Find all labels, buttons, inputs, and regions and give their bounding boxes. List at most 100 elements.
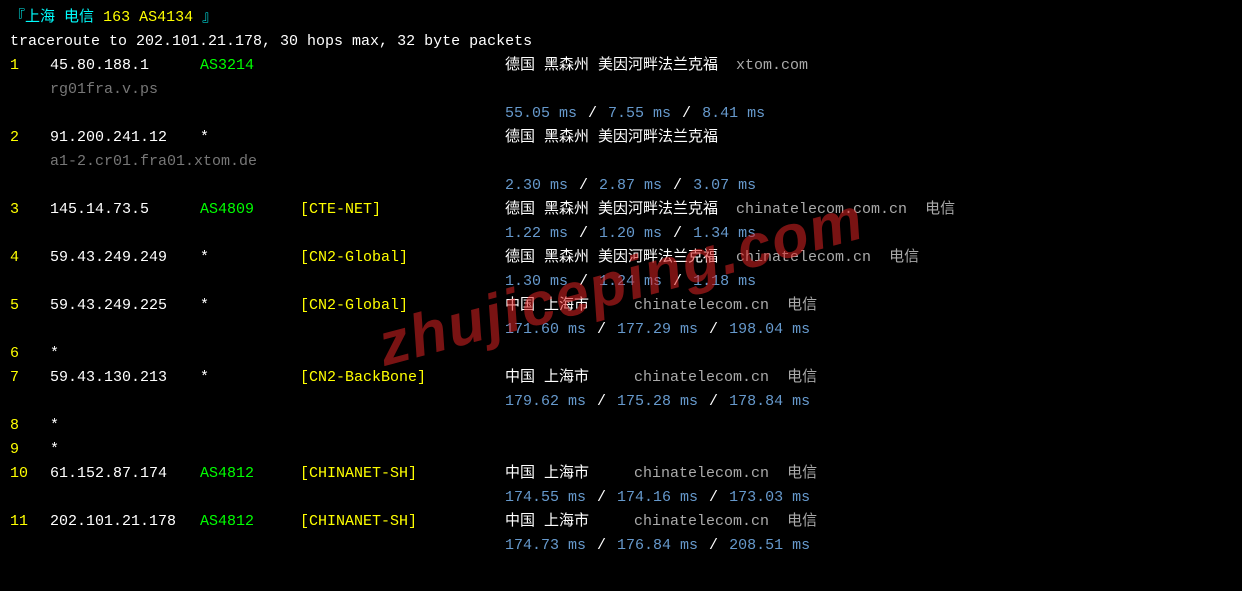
hop-timing-3: 1.18 ms — [693, 273, 756, 290]
hop-host: chinatelecom.com.cn — [736, 201, 907, 218]
hop-timing-1: 171.60 ms — [505, 321, 586, 338]
traceroute-subheader: traceroute to 202.101.21.178, 30 hops ma… — [10, 30, 1232, 54]
hop-number: 6 — [10, 342, 50, 366]
hop-timeout-star: * — [50, 414, 59, 438]
hop-asn: * — [200, 366, 300, 390]
hop-number: 2 — [10, 126, 50, 150]
hop-network-tag: [CTE-NET] — [300, 198, 450, 222]
hop-row: 145.80.188.1AS3214 德国 黑森州 美因河畔法兰克福 xtom.c… — [10, 54, 1232, 78]
hop-location: 德国 黑森州 美因河畔法兰克福 xtom.com — [505, 54, 808, 78]
hop-asn: AS3214 — [200, 54, 300, 78]
hop-timings: 55.05 ms / 7.55 ms / 8.41 ms — [10, 102, 1232, 126]
hop-host: xtom.com — [736, 57, 808, 74]
hop-isp: 电信 — [787, 513, 817, 530]
hop-rdns: rg01fra.v.ps — [10, 78, 1232, 102]
hop-timeout-star: * — [50, 342, 59, 366]
hop-location: 德国 黑森州 美因河畔法兰克福 — [505, 126, 718, 150]
hop-network-tag: [CN2-Global] — [300, 246, 450, 270]
hop-isp: 电信 — [889, 249, 919, 266]
hop-number: 8 — [10, 414, 50, 438]
hop-timing-2: 7.55 ms — [608, 105, 671, 122]
hop-host: chinatelecom.cn — [634, 465, 769, 482]
hop-location: 中国 上海市 chinatelecom.cn 电信 — [505, 294, 817, 318]
hop-location: 中国 上海市 chinatelecom.cn 电信 — [505, 366, 817, 390]
hop-isp: 电信 — [787, 369, 817, 386]
header-isp: 电信 — [64, 9, 94, 26]
hop-timing-2: 1.24 ms — [599, 273, 662, 290]
hop-timings: 2.30 ms / 2.87 ms / 3.07 ms — [10, 174, 1232, 198]
hop-ip: 45.80.188.1 — [50, 54, 200, 78]
hop-host: chinatelecom.cn — [634, 369, 769, 386]
hop-timing-1: 179.62 ms — [505, 393, 586, 410]
hop-timings: 1.30 ms / 1.24 ms / 1.18 ms — [10, 270, 1232, 294]
hop-row: 759.43.130.213*[CN2-BackBone] 中国 上海市 chin… — [10, 366, 1232, 390]
hop-asn: AS4809 — [200, 198, 300, 222]
hop-timing-1: 1.22 ms — [505, 225, 568, 242]
hop-location: 中国 上海市 chinatelecom.cn 电信 — [505, 462, 817, 486]
hop-asn: * — [200, 294, 300, 318]
hop-row-noresp: 6* — [10, 342, 1232, 366]
hop-timings: 174.55 ms / 174.16 ms / 173.03 ms — [10, 486, 1232, 510]
hop-timing-1: 174.55 ms — [505, 489, 586, 506]
hop-timing-1: 1.30 ms — [505, 273, 568, 290]
bracket-close: 』 — [202, 9, 217, 26]
hop-network-tag — [300, 54, 450, 78]
traceroute-output: 145.80.188.1AS3214 德国 黑森州 美因河畔法兰克福 xtom.c… — [10, 54, 1232, 558]
hop-number: 5 — [10, 294, 50, 318]
hop-isp: 电信 — [787, 465, 817, 482]
hop-host: chinatelecom.cn — [736, 249, 871, 266]
hop-timings: 179.62 ms / 175.28 ms / 178.84 ms — [10, 390, 1232, 414]
header-asn: 163 AS4134 — [103, 9, 193, 26]
hop-host: chinatelecom.cn — [634, 297, 769, 314]
hop-timing-2: 2.87 ms — [599, 177, 662, 194]
hop-timing-1: 174.73 ms — [505, 537, 586, 554]
hop-timing-2: 177.29 ms — [617, 321, 698, 338]
hop-isp: 电信 — [787, 297, 817, 314]
hop-timing-1: 2.30 ms — [505, 177, 568, 194]
hop-row: 559.43.249.225*[CN2-Global] 中国 上海市 chinat… — [10, 294, 1232, 318]
traceroute-header: 『上海 电信 163 AS4134 』 — [10, 6, 1232, 30]
hop-asn: * — [200, 246, 300, 270]
hop-network-tag — [300, 126, 450, 150]
hop-network-tag: [CHINANET-SH] — [300, 510, 450, 534]
hop-network-tag: [CN2-BackBone] — [300, 366, 450, 390]
hop-row: 459.43.249.249*[CN2-Global]德国 黑森州 美因河畔法兰… — [10, 246, 1232, 270]
hop-timings: 174.73 ms / 176.84 ms / 208.51 ms — [10, 534, 1232, 558]
hop-timing-3: 198.04 ms — [729, 321, 810, 338]
hop-ip: 59.43.249.225 — [50, 294, 200, 318]
hop-asn: AS4812 — [200, 462, 300, 486]
hop-host: chinatelecom.cn — [634, 513, 769, 530]
hop-number: 7 — [10, 366, 50, 390]
hop-ip: 61.152.87.174 — [50, 462, 200, 486]
hop-network-tag: [CHINANET-SH] — [300, 462, 450, 486]
hop-network-tag: [CN2-Global] — [300, 294, 450, 318]
hop-location: 中国 上海市 chinatelecom.cn 电信 — [505, 510, 817, 534]
hop-asn: * — [200, 126, 300, 150]
bracket-open: 『 — [10, 9, 25, 26]
hop-timings: 1.22 ms / 1.20 ms / 1.34 ms — [10, 222, 1232, 246]
hop-number: 3 — [10, 198, 50, 222]
hop-row: 291.200.241.12* 德国 黑森州 美因河畔法兰克福 — [10, 126, 1232, 150]
hop-timing-3: 8.41 ms — [702, 105, 765, 122]
hop-timeout-star: * — [50, 438, 59, 462]
hop-row: 3145.14.73.5AS4809[CTE-NET]德国 黑森州 美因河畔法兰… — [10, 198, 1232, 222]
hop-row-noresp: 9* — [10, 438, 1232, 462]
hop-row: 1061.152.87.174AS4812[CHINANET-SH]中国 上海市… — [10, 462, 1232, 486]
hop-timing-2: 174.16 ms — [617, 489, 698, 506]
hop-timing-3: 178.84 ms — [729, 393, 810, 410]
hop-location: 德国 黑森州 美因河畔法兰克福 chinatelecom.com.cn 电信 — [505, 198, 955, 222]
hop-number: 9 — [10, 438, 50, 462]
hop-timing-2: 176.84 ms — [617, 537, 698, 554]
hop-row-noresp: 8* — [10, 414, 1232, 438]
hop-timing-3: 208.51 ms — [729, 537, 810, 554]
hop-timing-3: 3.07 ms — [693, 177, 756, 194]
hop-timing-3: 173.03 ms — [729, 489, 810, 506]
hop-location: 德国 黑森州 美因河畔法兰克福 chinatelecom.cn 电信 — [505, 246, 919, 270]
hop-row: 11202.101.21.178AS4812[CHINANET-SH]中国 上海… — [10, 510, 1232, 534]
hop-ip: 59.43.130.213 — [50, 366, 200, 390]
header-loc: 上海 — [25, 9, 55, 26]
hop-number: 1 — [10, 54, 50, 78]
hop-timings: 171.60 ms / 177.29 ms / 198.04 ms — [10, 318, 1232, 342]
hop-asn: AS4812 — [200, 510, 300, 534]
hop-ip: 91.200.241.12 — [50, 126, 200, 150]
